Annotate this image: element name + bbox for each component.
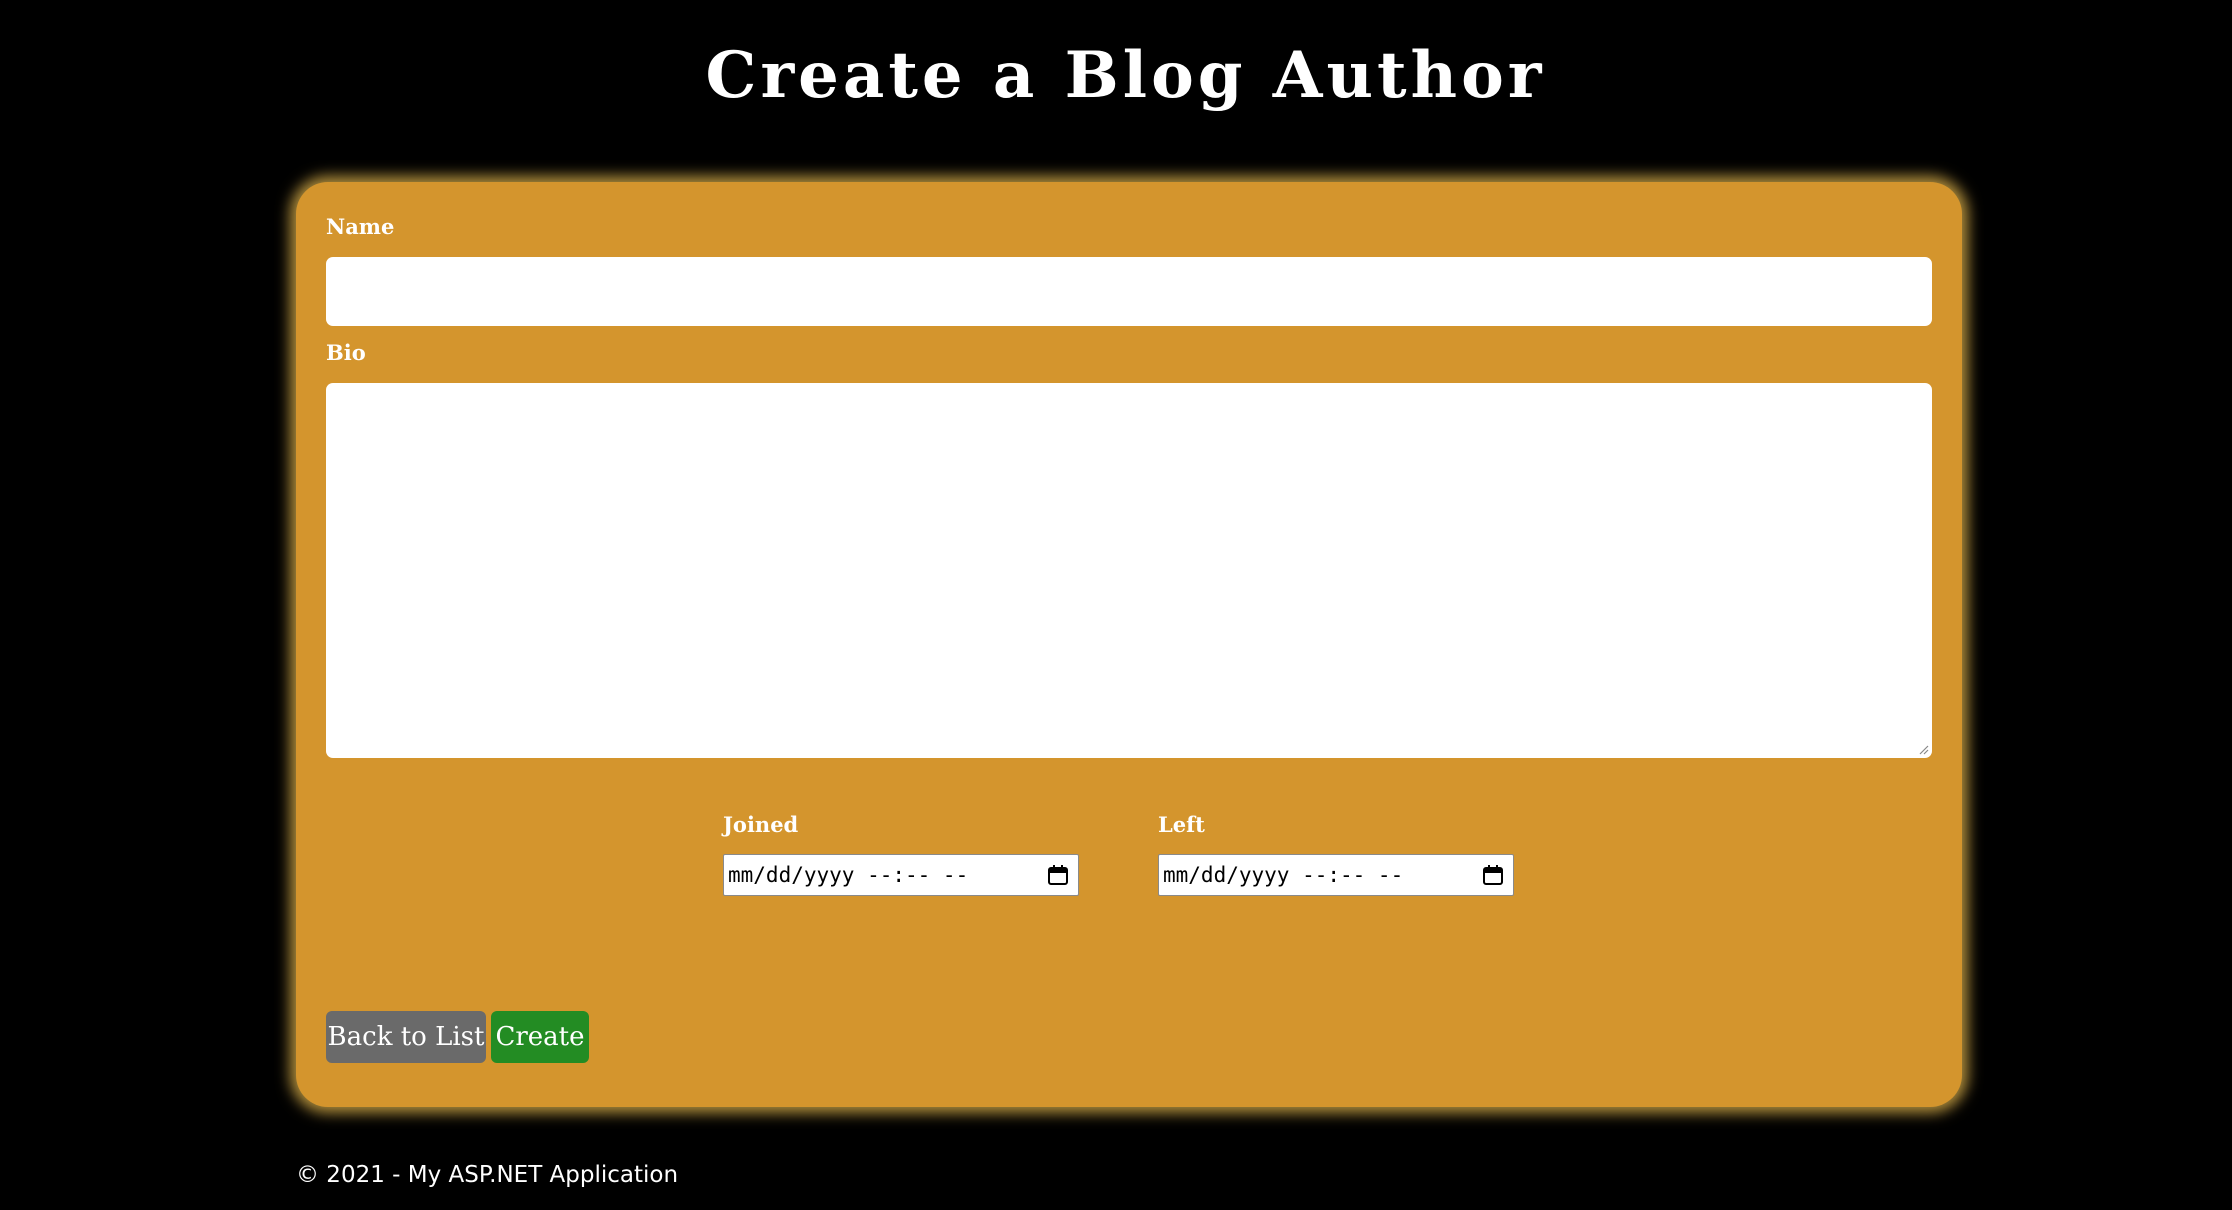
author-form-card: Name Bio Joined mm/dd/yyyy --:-- -- Left… [296,182,1962,1107]
left-date-placeholder: mm/dd/yyyy --:-- -- [1163,863,1404,887]
name-input[interactable] [326,257,1932,326]
joined-date-input[interactable]: mm/dd/yyyy --:-- -- [723,854,1079,896]
footer-copyright: © 2021 - My ASP.NET Application [296,1162,679,1188]
left-label: Left [1158,812,1205,837]
back-to-list-button[interactable]: Back to List [326,1011,486,1063]
create-button[interactable]: Create [491,1011,589,1063]
joined-date-placeholder: mm/dd/yyyy --:-- -- [728,863,969,887]
bio-textarea[interactable] [326,383,1932,758]
joined-label: Joined [723,812,799,837]
name-label: Name [326,214,395,239]
resize-grip-icon[interactable] [1917,743,1929,755]
calendar-icon[interactable] [1047,864,1069,886]
bio-label: Bio [326,340,366,365]
calendar-icon[interactable] [1482,864,1504,886]
page-title: Create a Blog Author [705,38,1546,113]
left-date-input[interactable]: mm/dd/yyyy --:-- -- [1158,854,1514,896]
